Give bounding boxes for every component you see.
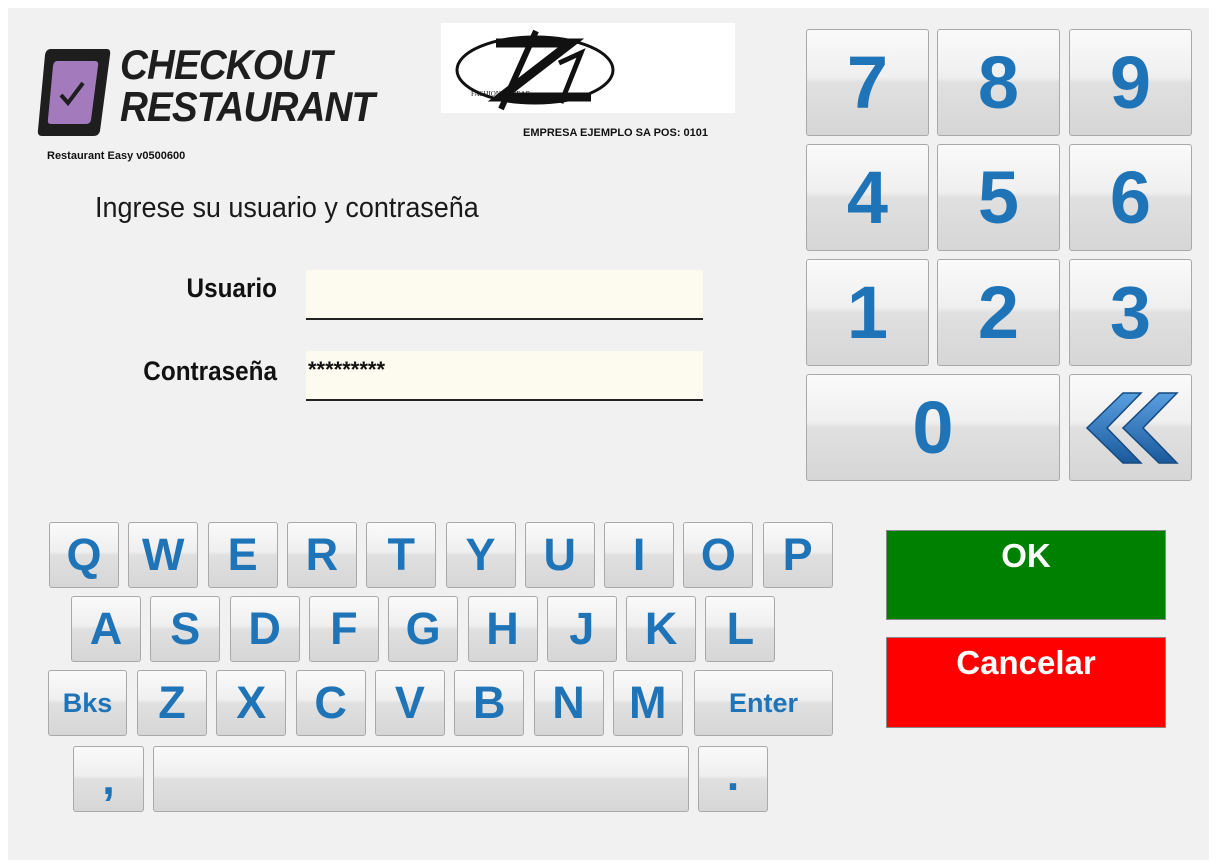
key-u[interactable]: U [524, 522, 595, 588]
login-prompt: Ingrese su usuario y contraseña [95, 192, 479, 224]
key-j[interactable]: J [546, 596, 617, 662]
key-o[interactable]: O [683, 522, 754, 588]
ok-button[interactable]: OK [886, 530, 1166, 620]
key-b[interactable]: B [454, 670, 525, 736]
numpad-key-5[interactable]: 5 [937, 144, 1060, 251]
key-m[interactable]: M [612, 670, 683, 736]
company-logo-icon [455, 29, 615, 111]
key-e[interactable]: E [207, 522, 278, 588]
password-label: Contraseña [143, 356, 277, 386]
numpad-key-8[interactable]: 8 [937, 29, 1060, 136]
key-h[interactable]: H [467, 596, 538, 662]
key-g[interactable]: G [388, 596, 459, 662]
key-f[interactable]: F [308, 596, 379, 662]
app-version: Restaurant Easy v0500600 [47, 150, 186, 162]
key-r[interactable]: R [286, 522, 357, 588]
key-v[interactable]: V [374, 670, 445, 736]
numpad-key-3[interactable]: 3 [1069, 259, 1192, 366]
company-logo-text: FASHION & WEAR [471, 90, 531, 98]
key-k[interactable]: K [626, 596, 697, 662]
numpad-backspace-button[interactable] [1069, 374, 1192, 481]
key-z[interactable]: Z [137, 670, 207, 736]
company-info: EMPRESA EJEMPLO SA POS: 0101 [523, 127, 709, 139]
numpad-key-7[interactable]: 7 [806, 29, 929, 136]
company-logo: FASHION & WEAR [441, 23, 735, 113]
key-enter[interactable]: Enter [694, 670, 833, 736]
key-period[interactable]: . [698, 746, 768, 812]
key-a[interactable]: A [71, 596, 141, 662]
key-y[interactable]: Y [445, 522, 516, 588]
numpad-key-1[interactable]: 1 [806, 259, 929, 366]
key-l[interactable]: L [705, 596, 776, 662]
key-d[interactable]: D [229, 596, 300, 662]
key-c[interactable]: C [295, 670, 366, 736]
key-w[interactable]: W [128, 522, 199, 588]
brand-name: CHECKOUT RESTAURANT [120, 41, 375, 130]
numpad-key-9[interactable]: 9 [1069, 29, 1192, 136]
key-x[interactable]: X [216, 670, 287, 736]
numpad-key-2[interactable]: 2 [937, 259, 1060, 366]
numpad-key-0[interactable]: 0 [806, 374, 1060, 481]
password-input[interactable]: ********* [306, 351, 703, 401]
double-chevron-left-icon [1085, 391, 1179, 464]
key-s[interactable]: S [150, 596, 221, 662]
brand-line-2: RESTAURANT [120, 83, 375, 130]
key-backspace[interactable]: Bks [48, 670, 127, 736]
numpad-key-6[interactable]: 6 [1069, 144, 1192, 251]
key-n[interactable]: N [533, 670, 604, 736]
key-comma[interactable]: , [73, 746, 144, 812]
key-t[interactable]: T [366, 522, 437, 588]
key-q[interactable]: Q [49, 522, 119, 588]
cancel-button[interactable]: Cancelar [886, 637, 1166, 728]
key-i[interactable]: I [604, 522, 675, 588]
key-p[interactable]: P [762, 522, 833, 588]
numpad-key-4[interactable]: 4 [806, 144, 929, 251]
checkout-logo-icon [37, 49, 111, 136]
key-space[interactable] [153, 746, 689, 812]
user-label: Usuario [186, 273, 277, 303]
brand-line-1: CHECKOUT [120, 41, 333, 88]
user-input[interactable] [306, 270, 703, 320]
